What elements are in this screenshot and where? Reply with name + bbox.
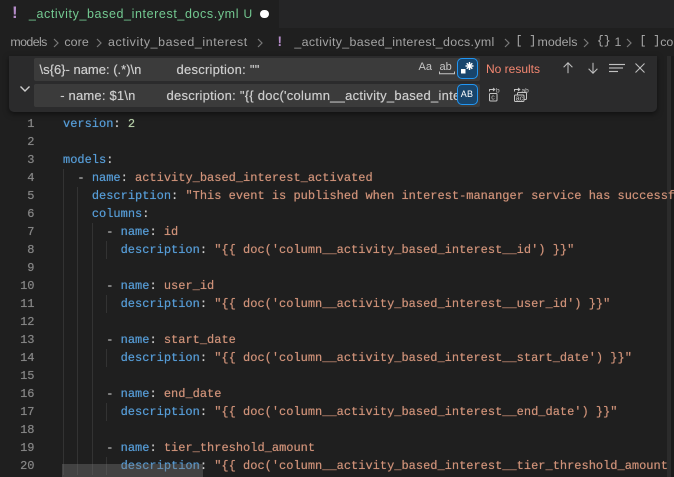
svg-text:ac: ac [515, 96, 523, 103]
svg-text:ab: ab [521, 88, 529, 95]
svg-text:ab: ab [439, 61, 451, 73]
svg-text:c: c [491, 95, 495, 102]
